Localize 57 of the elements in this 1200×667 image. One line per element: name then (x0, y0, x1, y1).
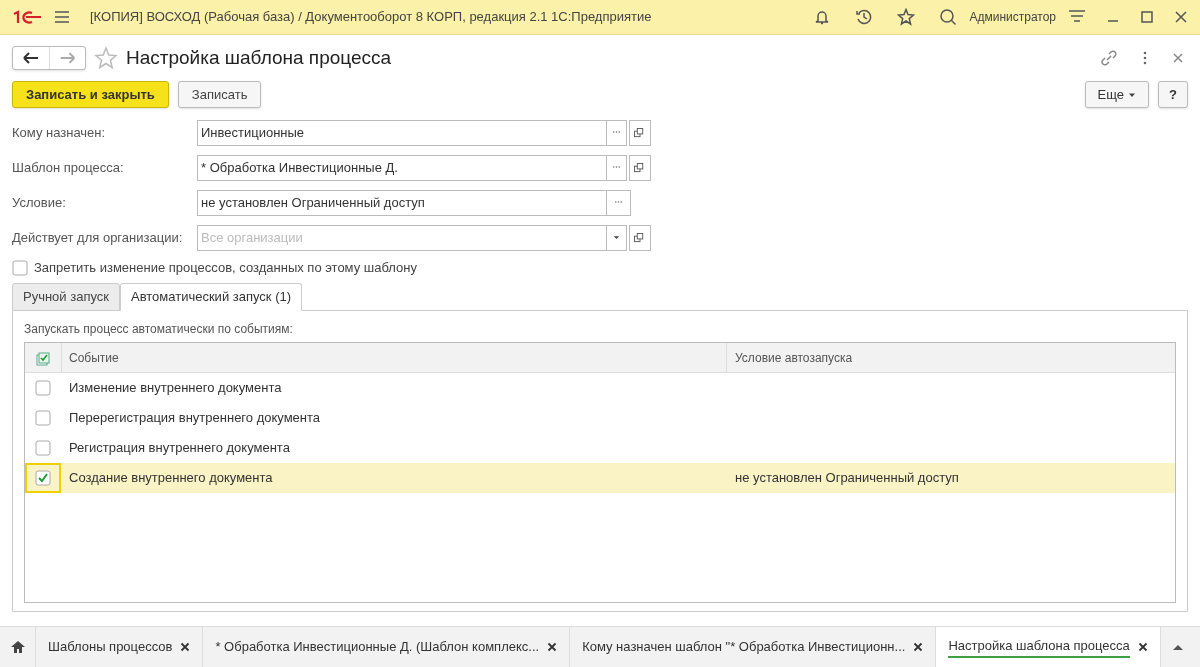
column-header[interactable]: Событие (61, 343, 727, 372)
close-icon[interactable] (1137, 642, 1148, 652)
menu-icon[interactable] (54, 10, 70, 24)
taskbar-tab[interactable]: Кому назначен шаблон "* Обработка Инвестиционн... (582, 636, 906, 658)
table-row-selected[interactable]: Создание внутреннего документа не установлен Ограниченный доступ (25, 463, 1175, 493)
input-field[interactable]: * Обработка Инвестиционные Д. (197, 155, 607, 181)
field-label: Действует для организации: (12, 229, 184, 248)
field-label: Шаблон процесса: (12, 159, 125, 178)
table-cell: Создание внутреннего документа (69, 470, 273, 486)
save-close-button[interactable]: Записать и закрыть (12, 81, 169, 108)
table-cell: Изменение внутреннего документа (69, 380, 282, 396)
checkbox[interactable] (12, 260, 28, 276)
star-icon[interactable] (94, 46, 118, 70)
tab[interactable]: Автоматический запуск (1) (120, 283, 303, 311)
close-icon[interactable] (547, 642, 558, 652)
close-icon[interactable] (180, 642, 191, 652)
close-icon[interactable] (1174, 10, 1188, 24)
input-field[interactable]: Инвестиционные (197, 120, 607, 146)
checkbox[interactable] (35, 380, 51, 396)
form-title: Настройка шаблона процесса (126, 45, 392, 70)
checkbox[interactable] (35, 410, 51, 426)
star-icon[interactable] (897, 8, 916, 26)
save-button[interactable]: Записать (177, 81, 262, 108)
ellipsis-icon[interactable] (607, 190, 631, 216)
open-icon[interactable] (629, 225, 651, 251)
collapse-up-icon[interactable] (1172, 643, 1184, 651)
column-header[interactable]: Условие автозапуска (727, 343, 1175, 372)
section-caption: Запускать процесс автоматически по событиям: (24, 321, 294, 336)
tab[interactable]: Ручной запуск (12, 283, 120, 311)
taskbar-tab[interactable]: Шаблоны процессов (48, 636, 173, 658)
open-icon[interactable] (629, 120, 651, 146)
field-label: Кому назначен: (12, 124, 107, 143)
history-icon[interactable] (855, 8, 874, 26)
table-cell: Регистрация внутреннего документа (69, 440, 290, 456)
field-label: Условие: (12, 194, 67, 213)
checkbox[interactable] (35, 470, 51, 486)
checkbox-label: Запретить изменение процессов, созданных по этому шаблону (34, 259, 417, 278)
table-cell: не установлен Ограниченный доступ (735, 470, 959, 486)
open-icon[interactable] (629, 155, 651, 181)
table-cell: Перерегистрация внутреннего документа (69, 410, 321, 426)
checkbox[interactable] (35, 440, 51, 456)
taskbar-tab[interactable]: * Обработка Инвестиционные Д. (Шаблон комплекс... (215, 636, 540, 658)
check-all-icon[interactable] (35, 349, 51, 366)
user-name[interactable]: Администратор (969, 8, 1056, 26)
input-field[interactable]: не установлен Ограниченный доступ (197, 190, 607, 216)
logo-icon (12, 10, 42, 24)
window-title: [КОПИЯ] ВОСХОД (Рабочая база) / Документооборот 8 КОРП, редакция 2.1 1С:Предприятие (90, 8, 652, 27)
home-icon (9, 639, 26, 655)
help-button[interactable]: ? (1158, 81, 1188, 108)
maximize-icon[interactable] (1140, 10, 1154, 24)
close-icon[interactable] (913, 642, 924, 652)
link-icon[interactable] (1100, 49, 1118, 67)
search-icon[interactable] (939, 8, 958, 26)
caret-icon (1128, 91, 1136, 98)
more-vertical-icon[interactable] (1142, 50, 1148, 66)
filter-menu-icon[interactable] (1068, 9, 1086, 25)
more-button[interactable]: Еще (1084, 81, 1149, 108)
